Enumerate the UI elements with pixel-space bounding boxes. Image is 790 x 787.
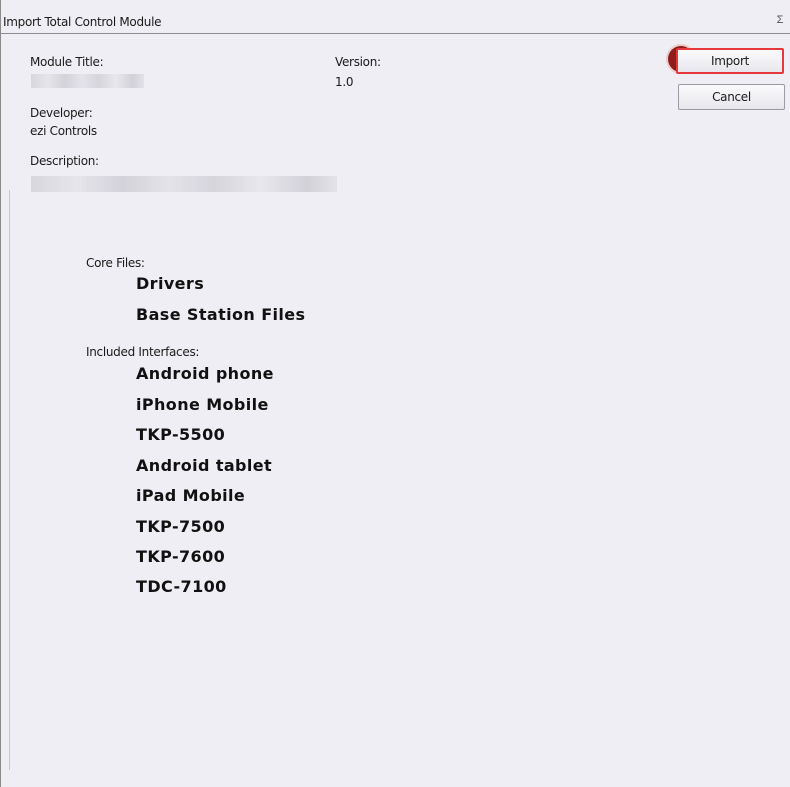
- cancel-button[interactable]: Cancel: [678, 84, 785, 110]
- developer-value: ezi Controls: [30, 124, 97, 138]
- interface-item: TKP-5500: [136, 425, 226, 444]
- interface-item: Android tablet: [136, 456, 273, 475]
- core-file-item: Drivers: [136, 274, 205, 293]
- interfaces-heading: Included Interfaces:: [86, 345, 200, 359]
- module-title-value-redacted: [31, 74, 144, 88]
- import-module-dialog: Import Total Control Module Σ Module Tit…: [0, 0, 790, 787]
- core-files-heading: Core Files:: [86, 256, 145, 270]
- interface-item: TKP-7500: [136, 517, 226, 536]
- description-label: Description:: [30, 154, 99, 168]
- content-divider: [9, 190, 10, 770]
- title-bar: Import Total Control Module Σ: [1, 0, 790, 34]
- module-title-label: Module Title:: [30, 55, 104, 69]
- core-file-item: Base Station Files: [136, 305, 306, 324]
- close-icon[interactable]: Σ: [773, 13, 787, 27]
- interface-item: Android phone: [136, 364, 274, 383]
- import-button[interactable]: Import: [676, 48, 784, 74]
- version-label: Version:: [335, 55, 381, 69]
- interface-item: TDC-7100: [136, 577, 227, 596]
- version-value: 1.0: [335, 75, 354, 89]
- interface-item: TKP-7600: [136, 547, 226, 566]
- description-value-redacted: [31, 176, 337, 192]
- developer-label: Developer:: [30, 106, 93, 120]
- interface-item: iPad Mobile: [136, 486, 246, 505]
- window-title: Import Total Control Module: [3, 15, 162, 29]
- interface-item: iPhone Mobile: [136, 395, 269, 414]
